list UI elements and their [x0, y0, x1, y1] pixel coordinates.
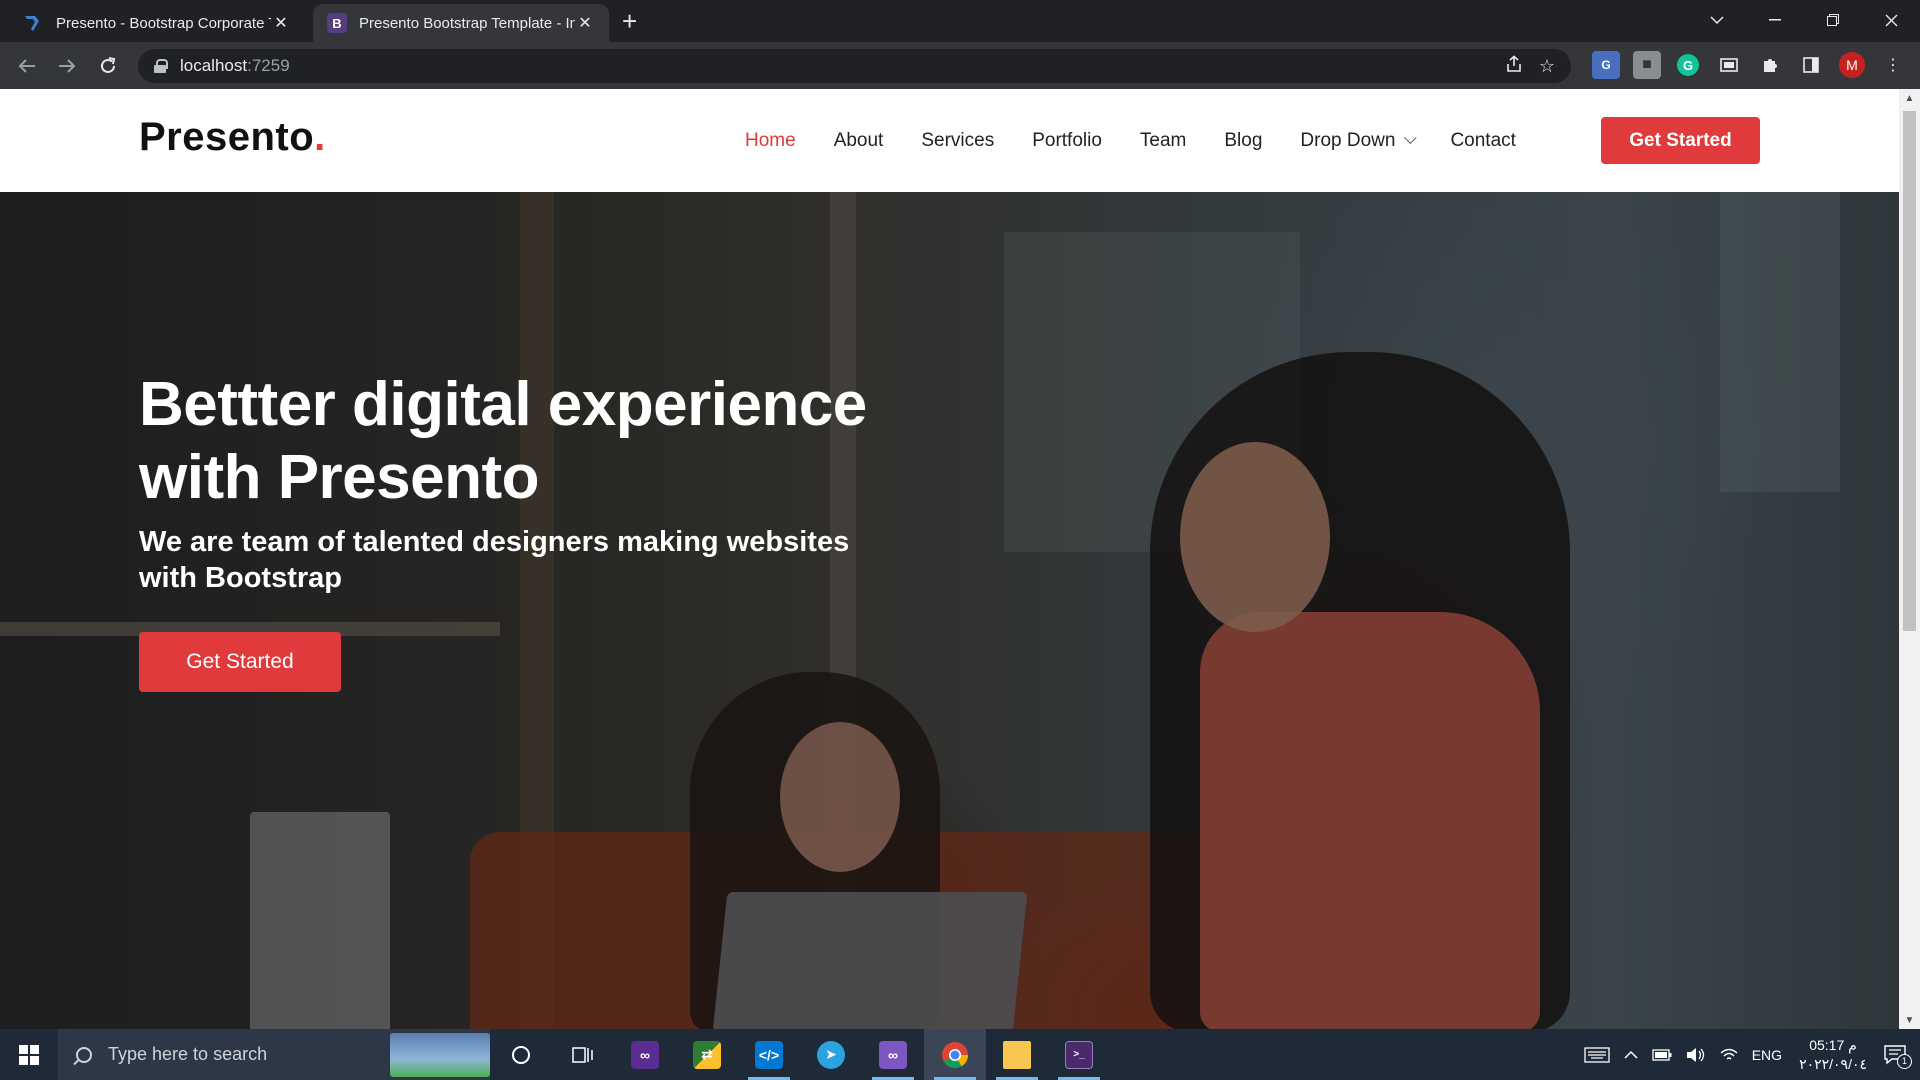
hero-title-line-2: with Presento: [139, 443, 540, 512]
tab-presento-corporate[interactable]: Presento - Bootstrap Corporate T ✕: [10, 4, 305, 42]
touch-keyboard-icon[interactable]: [1584, 1046, 1610, 1063]
start-button[interactable]: [0, 1029, 58, 1080]
hero-title: Bettter digital experience with Presento: [139, 368, 939, 514]
browser-tab-strip: Presento - Bootstrap Corporate T ✕ B Pre…: [0, 0, 1920, 42]
picture-in-picture-icon[interactable]: [1715, 51, 1743, 79]
search-highlight-image: [390, 1033, 490, 1077]
lock-icon[interactable]: [154, 59, 168, 73]
clock-date: ٢٠٢٢/٠٩/٠٤: [1799, 1055, 1867, 1072]
bookmark-star-icon[interactable]: ☆: [1539, 56, 1555, 77]
scroll-down-arrow-icon[interactable]: ▼: [1899, 1011, 1920, 1029]
notification-count-badge: 1: [1897, 1053, 1912, 1069]
side-panel-icon[interactable]: [1797, 51, 1825, 79]
nav-blog[interactable]: Blog: [1224, 130, 1262, 152]
site-header: Presento. Home About Services Portfolio …: [0, 89, 1899, 192]
tab-search-chevron-icon[interactable]: [1688, 0, 1746, 40]
nav-dropdown-label: Drop Down: [1300, 129, 1396, 151]
wifi-icon[interactable]: [1720, 1048, 1738, 1062]
page-viewport: Presento. Home About Services Portfolio …: [0, 89, 1920, 1029]
forward-arrow-icon[interactable]: [53, 52, 81, 80]
hero-title-line-1: Bettter digital experience: [139, 370, 867, 439]
hero-get-started-button[interactable]: Get Started: [139, 632, 341, 692]
nav-portfolio[interactable]: Portfolio: [1032, 130, 1102, 152]
google-translate-icon[interactable]: G: [1592, 51, 1620, 79]
logo-dot: .: [314, 115, 326, 159]
grammarly-icon[interactable]: G: [1677, 54, 1699, 76]
url-host: localhost: [180, 56, 248, 75]
visual-studio-icon[interactable]: ∞: [614, 1029, 676, 1080]
taskbar-apps: ∞ ⇄ </> ➤ ∞ >_: [490, 1029, 1110, 1080]
profile-avatar[interactable]: M: [1839, 52, 1865, 78]
nav-dropdown[interactable]: Drop Down: [1300, 129, 1418, 152]
tab-presento-template[interactable]: B Presento Bootstrap Template - In ✕: [313, 4, 609, 42]
scrollbar-thumb[interactable]: [1903, 111, 1916, 631]
windows-logo-icon: [19, 1044, 39, 1065]
window-controls: [1688, 0, 1920, 40]
scroll-up-arrow-icon[interactable]: ▲: [1899, 89, 1920, 107]
site-logo[interactable]: Presento.: [139, 115, 326, 160]
nav-team[interactable]: Team: [1140, 130, 1186, 152]
new-tab-icon[interactable]: +: [622, 6, 637, 37]
nav-about[interactable]: About: [834, 130, 884, 152]
logo-text: Presento: [139, 115, 315, 159]
page-scrollbar[interactable]: ▲ ▼: [1899, 89, 1920, 1029]
extensions-area: G ■ G M ⋮: [1592, 51, 1907, 79]
tab-title: Presento - Bootstrap Corporate T: [56, 14, 271, 32]
nav-contact[interactable]: Contact: [1450, 130, 1515, 152]
close-window-icon[interactable]: [1862, 0, 1920, 40]
file-compare-icon[interactable]: ⇄: [676, 1029, 738, 1080]
main-nav: Home About Services Portfolio Team Blog …: [745, 89, 1554, 192]
reload-icon[interactable]: [94, 52, 122, 80]
terminal-icon[interactable]: >_: [1048, 1029, 1110, 1080]
windows-taskbar: Type here to search ∞ ⇄ </> ➤ ∞ >_ ENG 0…: [0, 1029, 1920, 1080]
hero-subtitle: We are team of talented designers making…: [139, 526, 850, 594]
url-port: :7259: [247, 56, 290, 75]
system-tray: ENG 05:17 م ٢٠٢٢/٠٩/٠٤ 1: [1577, 1029, 1920, 1080]
telegram-icon[interactable]: ➤: [800, 1029, 862, 1080]
lens-extension-icon[interactable]: ■: [1633, 51, 1661, 79]
chevron-down-icon: [1404, 131, 1418, 145]
extensions-puzzle-icon[interactable]: [1756, 51, 1784, 79]
cortana-icon[interactable]: [490, 1029, 552, 1080]
tab-close-icon[interactable]: ✕: [575, 13, 595, 33]
minimize-icon[interactable]: [1746, 0, 1804, 40]
file-explorer-icon[interactable]: [986, 1029, 1048, 1080]
bootstrap-favicon-icon: B: [327, 13, 347, 33]
taskbar-search-box[interactable]: Type here to search: [58, 1029, 490, 1080]
header-get-started-button[interactable]: Get Started: [1601, 117, 1760, 164]
volume-icon[interactable]: [1686, 1047, 1706, 1063]
search-icon: [76, 1046, 92, 1063]
address-bar[interactable]: localhost:7259 ☆: [138, 49, 1571, 83]
clock-time: 05:17 م: [1809, 1036, 1857, 1053]
chrome-icon[interactable]: [924, 1029, 986, 1080]
clock[interactable]: 05:17 م ٢٠٢٢/٠٩/٠٤: [1799, 1036, 1867, 1074]
tab-close-icon[interactable]: ✕: [271, 13, 291, 33]
nav-services[interactable]: Services: [921, 130, 994, 152]
task-view-icon[interactable]: [552, 1029, 614, 1080]
language-indicator[interactable]: ENG: [1752, 1047, 1782, 1063]
back-arrow-icon[interactable]: [13, 52, 41, 80]
hero-section: Bettter digital experience with Presento…: [0, 192, 1899, 1029]
taskbar-search-placeholder: Type here to search: [108, 1044, 268, 1064]
battery-icon[interactable]: [1652, 1048, 1672, 1061]
vscode-icon[interactable]: </>: [738, 1029, 800, 1080]
tab-title: Presento Bootstrap Template - In: [359, 14, 575, 32]
notification-center-icon[interactable]: 1: [1884, 1044, 1912, 1069]
visual-studio-preview-icon[interactable]: ∞: [862, 1029, 924, 1080]
restore-icon[interactable]: [1804, 0, 1862, 40]
chevron-up-icon[interactable]: [1624, 1050, 1638, 1059]
browser-toolbar: localhost:7259 ☆ G ■ G M ⋮: [0, 42, 1920, 89]
presento-favicon-icon: [24, 13, 44, 33]
share-icon[interactable]: [1505, 54, 1523, 78]
nav-home[interactable]: Home: [745, 130, 796, 152]
chrome-menu-icon[interactable]: ⋮: [1879, 51, 1907, 79]
hero-content: Bettter digital experience with Presento…: [139, 368, 939, 692]
